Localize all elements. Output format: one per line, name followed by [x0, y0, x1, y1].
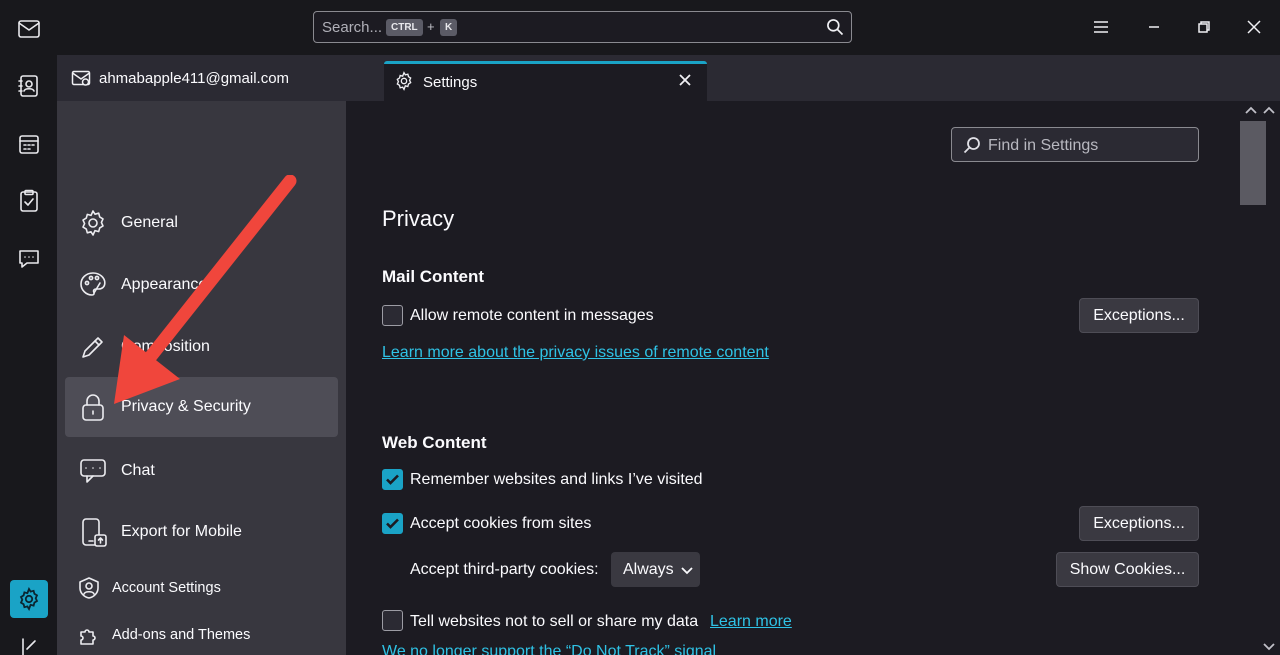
settings-space-button[interactable] — [10, 580, 48, 618]
search-icon — [963, 136, 981, 154]
do-not-sell-learn-more-link[interactable]: Learn more — [710, 613, 792, 631]
checkmark-icon — [386, 474, 399, 485]
app-menu-button[interactable] — [1090, 16, 1112, 38]
do-not-track-notice-link[interactable]: We no longer support the “Do Not Track” … — [382, 643, 716, 655]
close-window-button[interactable] — [1243, 16, 1265, 38]
restore-button[interactable] — [1193, 16, 1215, 38]
remote-content-learn-more-link[interactable]: Learn more about the privacy issues of r… — [382, 344, 769, 362]
category-export-mobile[interactable]: Export for Mobile — [65, 502, 338, 562]
hamburger-menu-icon — [1094, 21, 1108, 33]
kbd-plus: + — [427, 19, 435, 34]
remember-websites-label[interactable]: Remember websites and links I’ve visited — [410, 471, 703, 489]
spaces-toolbar — [0, 0, 57, 655]
collapse-icon — [21, 637, 36, 655]
category-label: Export for Mobile — [121, 523, 242, 540]
chat-space-button[interactable] — [12, 242, 45, 275]
tasks-space-button[interactable] — [12, 184, 45, 217]
scroll-track[interactable] — [1240, 121, 1266, 645]
global-search-input[interactable]: Search... CTRL + K — [313, 11, 852, 43]
find-placeholder: Find in Settings — [988, 137, 1099, 154]
close-icon — [1247, 20, 1261, 34]
page-title: Privacy — [382, 206, 455, 231]
scroll-thumb[interactable] — [1240, 121, 1266, 205]
remember-websites-checkbox[interactable] — [382, 469, 403, 490]
kbd-k: K — [440, 19, 458, 36]
tab-settings-label: Settings — [423, 74, 478, 91]
puzzle-icon — [78, 624, 100, 646]
minimize-icon — [1149, 26, 1159, 28]
remote-content-exceptions-button[interactable]: Exceptions... — [1079, 298, 1199, 333]
category-label: Account Settings — [112, 580, 221, 596]
scroll-up-icon[interactable] — [1262, 104, 1276, 118]
accept-cookies-label[interactable]: Accept cookies from sites — [410, 515, 591, 533]
do-not-sell-label[interactable]: Tell websites not to sell or share my da… — [410, 613, 698, 631]
annotation-arrow-icon — [114, 175, 297, 404]
address-book-space-button[interactable] — [12, 69, 45, 102]
tab-mail-label: ahmabapple411@gmail.com — [99, 69, 290, 87]
scroll-down-icon[interactable] — [1262, 639, 1276, 653]
vertical-scrollbar[interactable] — [1240, 101, 1280, 655]
search-icon[interactable] — [825, 17, 845, 37]
tab-settings[interactable]: Settings — [384, 61, 707, 101]
third-party-cookies-value: Always — [623, 560, 674, 578]
address-book-icon — [17, 74, 38, 97]
accept-cookies-checkbox[interactable] — [382, 513, 403, 534]
chat-icon — [78, 456, 108, 486]
allow-remote-content-checkbox[interactable] — [382, 305, 403, 326]
category-label: Add-ons and Themes — [112, 627, 251, 643]
gear-icon — [394, 71, 414, 91]
tab-strip: ahmabapple411@gmail.com Settings — [57, 55, 1280, 101]
find-in-settings-input[interactable]: Find in Settings — [951, 127, 1199, 162]
third-party-cookies-select[interactable]: Always — [611, 552, 700, 587]
category-label: Chat — [121, 462, 155, 479]
third-party-cookies-label: Accept third-party cookies: — [410, 561, 599, 578]
show-cookies-button[interactable]: Show Cookies... — [1056, 552, 1199, 587]
mail-content-heading: Mail Content — [382, 267, 484, 286]
do-not-sell-checkbox[interactable] — [382, 610, 403, 631]
minimize-button[interactable] — [1143, 16, 1165, 38]
category-addons-themes[interactable]: Add-ons and Themes — [65, 610, 338, 655]
mail-icon — [17, 19, 40, 38]
chat-icon — [18, 249, 39, 268]
collapse-toolbar-button[interactable] — [12, 637, 45, 655]
kbd-ctrl: CTRL — [386, 19, 423, 36]
search-placeholder: Search... — [322, 19, 383, 36]
mail-space-button[interactable] — [12, 12, 45, 45]
mobile-export-icon — [78, 517, 108, 547]
category-chat[interactable]: Chat — [65, 441, 338, 501]
gear-icon — [19, 587, 39, 611]
cookies-exceptions-button[interactable]: Exceptions... — [1079, 506, 1199, 541]
scroll-up-icon[interactable] — [1244, 104, 1258, 118]
calendar-space-button[interactable] — [12, 127, 45, 160]
restore-icon — [1198, 21, 1210, 33]
tasks-icon — [19, 189, 38, 212]
mail-account-icon — [71, 70, 91, 86]
settings-content: Find in Settings Privacy Mail Content Al… — [346, 101, 1240, 655]
allow-remote-content-label[interactable]: Allow remote content in messages — [410, 307, 654, 325]
chevron-down-icon — [681, 566, 693, 574]
calendar-icon — [18, 134, 39, 154]
account-icon — [78, 577, 100, 599]
tab-mail[interactable]: ahmabapple411@gmail.com — [71, 55, 289, 101]
web-content-heading: Web Content — [382, 433, 487, 452]
category-account-settings[interactable]: Account Settings — [65, 563, 338, 613]
tab-close-icon[interactable] — [677, 72, 695, 90]
checkmark-icon — [386, 518, 399, 529]
